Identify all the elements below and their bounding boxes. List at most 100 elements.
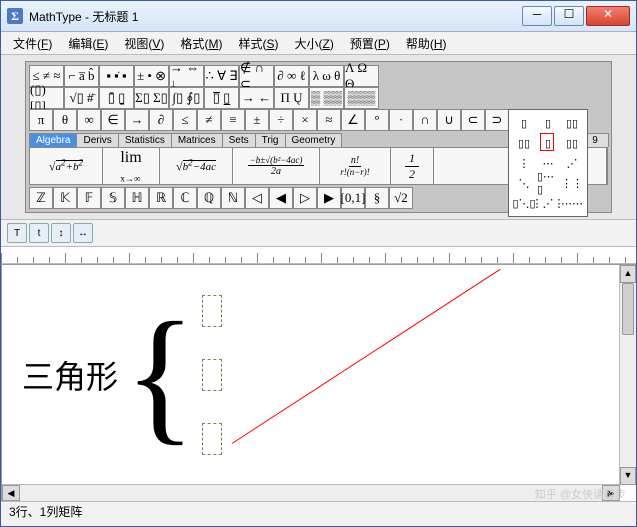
palette-button[interactable]: √▯ #̄ — [64, 87, 99, 109]
smallbtn-4[interactable]: ↔ — [73, 223, 93, 243]
palette-tab[interactable]: Sets — [222, 133, 256, 147]
palette-button[interactable]: ℂ — [173, 187, 197, 209]
ruler[interactable] — [1, 247, 636, 264]
scroll-up-icon[interactable]: ▲ — [620, 265, 636, 283]
palette-button[interactable]: ▯̅ ▯̲ — [204, 87, 239, 109]
matrix-cell-2[interactable] — [202, 359, 222, 391]
matrix-option[interactable]: ⋱ — [513, 174, 535, 192]
palette-button[interactable]: √2 — [389, 187, 413, 209]
palette-tab[interactable]: Geometry — [285, 133, 343, 147]
palette-button[interactable]: ∩ — [413, 109, 437, 131]
expr-binomial[interactable]: n! r!(n−r)! — [320, 148, 391, 184]
smallbtn-1[interactable]: T — [7, 223, 27, 243]
palette-button[interactable]: → ← — [239, 87, 274, 109]
matrix-option[interactable]: ⋮ — [513, 154, 535, 172]
matrix-option[interactable]: ▯▯ — [561, 134, 583, 152]
menu-help[interactable]: 帮助(H) — [398, 33, 455, 54]
palette-button[interactable]: 𝕂 — [53, 187, 77, 209]
palette-button[interactable]: ⊃ — [485, 109, 509, 131]
palette-button[interactable]: 𝕊 — [101, 187, 125, 209]
palette-tab[interactable]: Algebra — [29, 133, 77, 147]
palette-button[interactable]: ∠ — [341, 109, 365, 131]
close-button[interactable]: ✕ — [586, 6, 630, 26]
expr-half[interactable]: 1 2 — [391, 148, 434, 184]
palette-button[interactable]: 𝔽 — [77, 187, 101, 209]
palette-button[interactable]: ⌐ a̅ b̂ — [64, 65, 99, 87]
horizontal-scrollbar[interactable]: ◀ ▶ — [2, 484, 620, 501]
palette-button[interactable]: ℝ — [149, 187, 173, 209]
palette-button[interactable]: ℍ — [125, 187, 149, 209]
palette-button[interactable]: ▯̄ ▯̱ — [99, 87, 134, 109]
palette-button[interactable]: ℚ — [197, 187, 221, 209]
menu-file[interactable]: 文件(F) — [5, 33, 60, 54]
maximize-button[interactable]: ☐ — [554, 6, 584, 26]
palette-button[interactable]: λ ω θ — [309, 65, 344, 87]
matrix-option[interactable]: ▯ — [537, 134, 559, 152]
expr-quadratic[interactable]: −b±√(b²−4ac) 2a — [233, 148, 320, 184]
palette-button[interactable]: ± • ⊗ — [134, 65, 169, 87]
matrix-option[interactable]: ▯ — [537, 114, 559, 132]
palette-button[interactable]: ∉ ∩ ⊂ — [239, 65, 274, 87]
expr-sqrt-disc[interactable]: √b2−4ac — [160, 148, 233, 184]
palette-button[interactable]: [0,1] — [341, 187, 365, 209]
palette-tab[interactable]: Derivs — [76, 133, 118, 147]
palette-button[interactable]: Σ▯ Σ▯ — [134, 87, 169, 109]
palette-button[interactable]: ⊂ — [461, 109, 485, 131]
menu-format[interactable]: 格式(M) — [172, 33, 230, 54]
matrix-option[interactable]: ⋯⋯ — [561, 194, 583, 212]
matrix-option[interactable]: ▯▯ — [513, 134, 535, 152]
palette-button[interactable]: ≤ — [173, 109, 197, 131]
menu-prefs[interactable]: 预置(P) — [342, 33, 398, 54]
palette-button[interactable]: Π Ų — [274, 87, 309, 109]
expr-limit[interactable]: limx→∞ — [103, 148, 160, 184]
palette-button[interactable]: × — [293, 109, 317, 131]
palette-button[interactable]: ≡ — [221, 109, 245, 131]
palette-button[interactable]: ∫▯ ∮▯ — [169, 87, 204, 109]
palette-button[interactable]: ∪ — [437, 109, 461, 131]
scroll-thumb-v[interactable] — [622, 283, 634, 335]
matrix-cell-3[interactable] — [202, 423, 222, 455]
palette-button[interactable]: Λ Ω Θ — [344, 65, 379, 87]
palette-button[interactable]: (▯) [▯] — [29, 87, 64, 109]
palette-button[interactable]: ▒ ▒▒ — [309, 87, 344, 109]
minimize-button[interactable]: ─ — [522, 6, 552, 26]
palette-button[interactable]: ∞ — [77, 109, 101, 131]
matrix-option[interactable]: ▯ — [513, 114, 535, 132]
menu-size[interactable]: 大小(Z) — [286, 33, 341, 54]
palette-button[interactable]: ▪ ▪̇ ▪ — [99, 65, 134, 87]
palette-button[interactable]: § — [365, 187, 389, 209]
palette-tab[interactable]: Statistics — [118, 133, 172, 147]
matrix-option[interactable]: ⋮⋰⋮ — [537, 194, 559, 212]
smallbtn-2[interactable]: t — [29, 223, 49, 243]
palette-button[interactable]: ℕ — [221, 187, 245, 209]
palette-button[interactable]: → — [125, 109, 149, 131]
palette-button[interactable]: ◁ — [245, 187, 269, 209]
palette-button[interactable]: ▒▒▒ — [344, 87, 379, 109]
vertical-scrollbar[interactable]: ▲ ▼ — [619, 265, 636, 485]
palette-button[interactable]: ∂ — [149, 109, 173, 131]
palette-button[interactable]: ℤ — [29, 187, 53, 209]
palette-tab[interactable]: Matrices — [171, 133, 223, 147]
matrix-option[interactable]: ⋰ — [561, 154, 583, 172]
palette-button[interactable]: → ⇔ ↓ — [169, 65, 204, 87]
matrix-picker-popup[interactable]: ▯ ▯ ▯▯ ▯▯ ▯ ▯▯ ⋮ ⋯ ⋰ ⋱ ▯⋯▯ ⋮⋮ ▯⋱▯ ⋮⋰⋮ ⋯⋯ — [508, 109, 588, 217]
palette-button[interactable]: ° — [365, 109, 389, 131]
palette-tab[interactable]: Trig — [255, 133, 286, 147]
scroll-left-icon[interactable]: ◀ — [2, 485, 20, 501]
editor-canvas[interactable]: 三角形 { ▲ ▼ ◀ ▶ — [1, 264, 636, 501]
smallbtn-3[interactable]: ↕ — [51, 223, 71, 243]
palette-button[interactable]: · — [389, 109, 413, 131]
menu-edit[interactable]: 编辑(E) — [60, 33, 116, 54]
expr-sqrt-sum[interactable]: √a2+b2 — [30, 148, 103, 184]
palette-button[interactable]: ▶ — [317, 187, 341, 209]
matrix-option[interactable]: ▯⋯▯ — [537, 174, 559, 192]
matrix-option[interactable]: ▯▯ — [561, 114, 583, 132]
matrix-option[interactable]: ⋮⋮ — [561, 174, 583, 192]
menu-style[interactable]: 样式(S) — [230, 33, 286, 54]
palette-button[interactable]: θ — [53, 109, 77, 131]
menu-view[interactable]: 视图(V) — [116, 33, 172, 54]
palette-button[interactable]: ≠ — [197, 109, 221, 131]
palette-button[interactable]: ≈ — [317, 109, 341, 131]
palette-button[interactable]: ∴ ∀ ∃ — [204, 65, 239, 87]
palette-button[interactable]: ∈ — [101, 109, 125, 131]
